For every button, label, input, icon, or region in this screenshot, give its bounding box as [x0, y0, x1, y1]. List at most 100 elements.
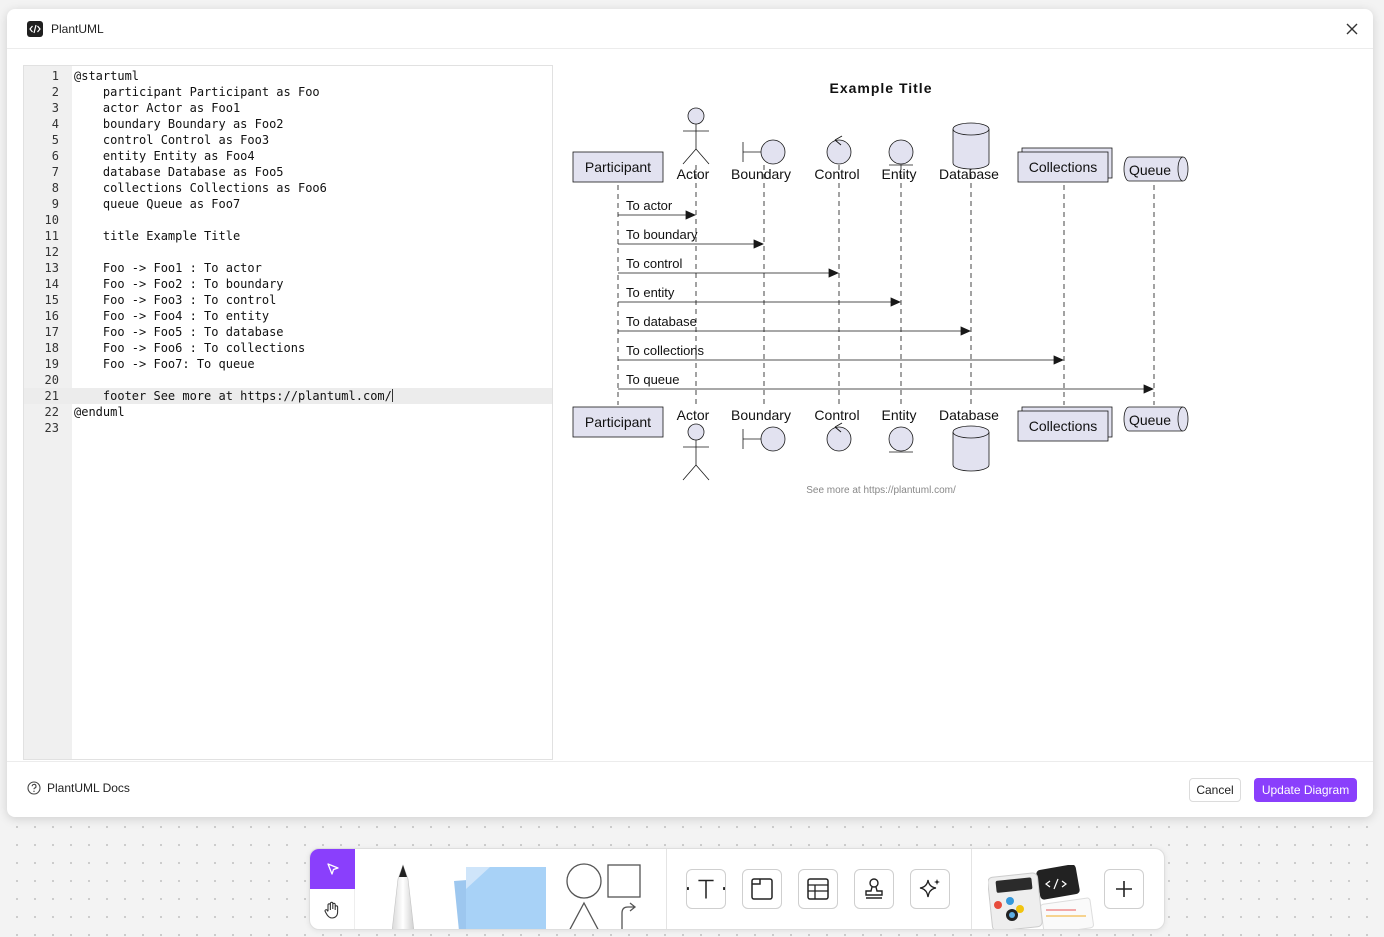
sticky-note-icon	[454, 867, 546, 929]
update-diagram-button[interactable]: Update Diagram	[1254, 778, 1357, 802]
queue-bottom: Queue	[1123, 406, 1189, 432]
cancel-button[interactable]: Cancel	[1189, 778, 1241, 802]
code-line[interactable]: 11 title Example Title	[24, 228, 552, 244]
code-line[interactable]: 7 database Database as Foo5	[24, 164, 552, 180]
svg-text:Control: Control	[814, 166, 859, 182]
line-number: 17	[44, 325, 59, 339]
code-line[interactable]: 5 control Control as Foo3	[24, 132, 552, 148]
control-bottom: Control	[814, 407, 860, 452]
frame-tool[interactable]	[742, 869, 782, 909]
select-tool[interactable]	[310, 849, 355, 889]
diagram-title: Example Title	[829, 80, 932, 96]
code-line[interactable]: 12	[24, 244, 552, 260]
control-top: Control	[814, 135, 860, 182]
actor-bottom: Actor	[677, 407, 710, 481]
stamp-icon	[865, 878, 883, 899]
code-text: database Database as Foo5	[74, 165, 284, 179]
code-text: @enduml	[74, 405, 125, 419]
code-line[interactable]: 8 collections Collections as Foo6	[24, 180, 552, 196]
code-text: queue Queue as Foo7	[74, 197, 241, 211]
sticky-note-tool[interactable]	[446, 863, 550, 929]
sequence-diagram: Example Title Participant Actor Boundary	[572, 80, 1189, 496]
messages: To actor To boundary To control To entit…	[618, 198, 1154, 394]
code-line[interactable]: 15 Foo -> Foo3 : To control	[24, 292, 552, 308]
code-line[interactable]: 10	[24, 212, 552, 228]
line-number: 7	[51, 165, 59, 179]
code-line[interactable]: 9 queue Queue as Foo7	[24, 196, 552, 212]
code-line[interactable]: 1 @startuml	[24, 68, 552, 84]
code-editor[interactable]: 1 @startuml 2 participant Participant as F…	[23, 65, 553, 760]
svg-text:Participant: Participant	[585, 159, 651, 175]
code-line[interactable]: 17 Foo -> Foo5 : To database	[24, 324, 552, 340]
code-line[interactable]: 3 actor Actor as Foo1	[24, 100, 552, 116]
svg-text:Database: Database	[939, 407, 999, 423]
modal-title: PlantUML	[51, 21, 104, 36]
ai-tool[interactable]	[910, 869, 950, 909]
actor-top: Actor	[677, 107, 710, 182]
queue-top: Queue	[1123, 156, 1189, 182]
stamp-tool[interactable]	[854, 869, 894, 909]
shapes-tool[interactable]	[562, 861, 644, 929]
line-number: 13	[44, 261, 59, 275]
line-number: 9	[51, 197, 59, 211]
text-caret	[391, 389, 393, 402]
toolbar-divider	[971, 849, 972, 929]
text-icon	[687, 879, 725, 899]
templates-icon	[987, 864, 1094, 929]
code-line[interactable]: 2 participant Participant as Foo	[24, 84, 552, 100]
plantuml-modal: PlantUML 1 @startuml 2 participant Partici…	[7, 9, 1373, 817]
code-text: entity Entity as Foo4	[74, 149, 255, 163]
code-text: Foo -> Foo2 : To boundary	[74, 277, 284, 291]
svg-text:To actor: To actor	[626, 198, 673, 213]
code-line[interactable]: 16 Foo -> Foo4 : To entity	[24, 308, 552, 324]
svg-text:Queue: Queue	[1129, 162, 1171, 178]
bottom-toolbar	[309, 848, 1165, 930]
code-text: Foo -> Foo3 : To control	[74, 293, 277, 307]
svg-text:Actor: Actor	[677, 407, 710, 423]
line-number: 14	[44, 277, 59, 291]
shapes-icon	[566, 863, 641, 929]
text-tool[interactable]	[686, 869, 726, 909]
add-button[interactable]	[1104, 869, 1144, 909]
code-line[interactable]: 23	[24, 420, 552, 436]
code-line[interactable]: 22 @enduml	[24, 404, 552, 420]
svg-text:Queue: Queue	[1129, 412, 1171, 428]
svg-text:To entity: To entity	[626, 285, 675, 300]
code-line[interactable]: 4 boundary Boundary as Foo2	[24, 116, 552, 132]
svg-text:To collections: To collections	[626, 343, 705, 358]
boundary-bottom: Boundary	[731, 407, 791, 452]
line-number: 21	[44, 389, 59, 403]
message-to-control: To control	[618, 256, 839, 278]
svg-text:Participant: Participant	[585, 414, 651, 430]
line-number: 8	[51, 181, 59, 195]
pen-tool[interactable]	[382, 863, 424, 929]
docs-link[interactable]: PlantUML Docs	[27, 781, 130, 795]
code-line[interactable]: 13 Foo -> Foo1 : To actor	[24, 260, 552, 276]
code-line[interactable]: 18 Foo -> Foo6 : To collections	[24, 340, 552, 356]
svg-text:Entity: Entity	[881, 166, 916, 182]
diagram-footer: See more at https://plantuml.com/	[806, 485, 956, 496]
close-button[interactable]	[1343, 20, 1361, 38]
code-line[interactable]: 14 Foo -> Foo2 : To boundary	[24, 276, 552, 292]
diagram-preview: Example Title Participant Actor Boundary	[553, 65, 1373, 760]
line-number: 18	[44, 341, 59, 355]
svg-text:Actor: Actor	[677, 166, 710, 182]
code-text: control Control as Foo3	[74, 133, 270, 147]
entity-bottom: Entity	[881, 407, 917, 453]
svg-text:Database: Database	[939, 166, 999, 182]
code-text: Foo -> Foo5 : To database	[74, 325, 284, 339]
collections-top: Collections	[1017, 147, 1113, 183]
templates-tool[interactable]	[987, 864, 1096, 929]
code-text: Foo -> Foo1 : To actor	[74, 261, 262, 275]
code-line[interactable]: 20	[24, 372, 552, 388]
code-line[interactable]: 6 entity Entity as Foo4	[24, 148, 552, 164]
code-line[interactable]: 21 footer See more at https://plantuml.c…	[24, 388, 552, 404]
table-tool[interactable]	[798, 869, 838, 909]
code-text: actor Actor as Foo1	[74, 101, 241, 115]
code-line[interactable]: 19 Foo -> Foo7: To queue	[24, 356, 552, 372]
line-number: 1	[51, 69, 59, 83]
svg-text:To control: To control	[626, 256, 682, 271]
line-number: 2	[51, 85, 59, 99]
hand-tool[interactable]	[310, 889, 355, 929]
line-number: 12	[44, 245, 59, 259]
